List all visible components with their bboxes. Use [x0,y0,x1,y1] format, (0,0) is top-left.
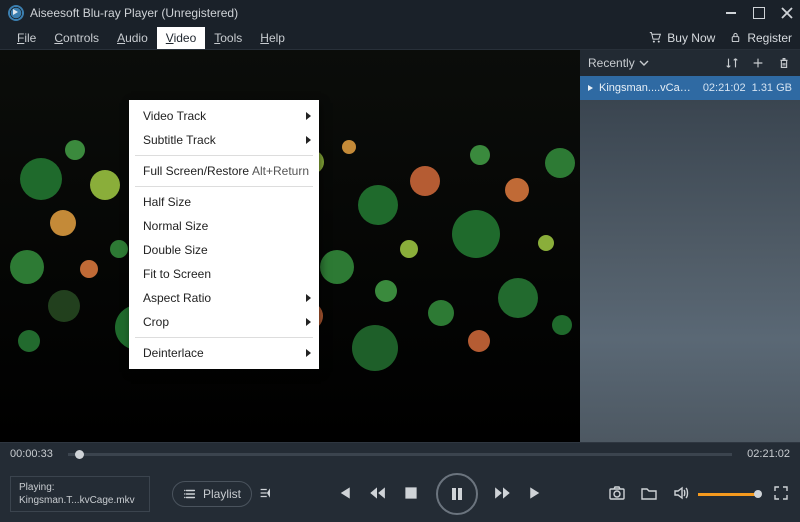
menu-double-size[interactable]: Double Size [129,238,319,262]
chevron-down-icon [639,58,649,68]
submenu-arrow-icon [306,112,311,120]
menu-controls[interactable]: Controls [45,27,108,49]
open-folder-button[interactable] [640,484,658,505]
buy-now-button[interactable]: Buy Now [649,31,715,45]
controls-lower: Playing: Kingsman.T...kvCage.mkv Playlis… [0,465,800,522]
transport-controls [272,473,608,515]
time-total: 02:21:02 [740,448,790,460]
right-controls [608,484,790,505]
seek-bar: 00:00:33 02:21:02 [0,443,800,465]
chevrons-icon [258,486,272,500]
window: Aiseesoft Blu-ray Player (Unregistered) … [0,0,800,522]
next-button[interactable] [528,484,546,505]
submenu-arrow-icon [306,136,311,144]
controls-bar: 00:00:33 02:21:02 Playing: Kingsman.T...… [0,442,800,522]
register-label: Register [747,31,792,45]
play-indicator-icon [588,85,593,91]
cart-icon [649,31,662,44]
menu-crop[interactable]: Crop [129,310,319,334]
minimize-button[interactable] [724,6,738,20]
window-title: Aiseesoft Blu-ray Player (Unregistered) [30,6,238,20]
submenu-arrow-icon [306,349,311,357]
delete-button[interactable] [776,55,792,71]
menu-separator [135,337,313,338]
now-playing-label: Playing: [19,481,141,494]
volume-icon[interactable] [672,484,690,505]
seek-thumb[interactable] [75,450,84,459]
volume-slider[interactable] [698,493,758,496]
app-icon [8,5,24,21]
menu-separator [135,186,313,187]
menu-help[interactable]: Help [251,27,294,49]
playlist-button[interactable]: Playlist [172,481,252,507]
add-button[interactable] [750,55,766,71]
buy-now-label: Buy Now [667,31,715,45]
register-button[interactable]: Register [729,31,792,45]
menu-separator [135,155,313,156]
menu-half-size[interactable]: Half Size [129,190,319,214]
playlist-header: Recently [580,50,800,76]
sort-button[interactable] [724,55,740,71]
menu-tools[interactable]: Tools [205,27,251,49]
fullscreen-button[interactable] [772,484,790,505]
menu-file[interactable]: File [8,27,45,49]
video-dropdown-menu: Video Track Subtitle Track Full Screen/R… [129,100,319,369]
snapshot-button[interactable] [608,484,626,505]
submenu-arrow-icon [306,318,311,326]
menu-full-screen[interactable]: Full Screen/RestoreAlt+Return [129,159,319,183]
playlist-button-label: Playlist [203,487,241,501]
menu-bar: File Controls Audio Video Tools Help Buy… [0,26,800,50]
lock-icon [729,31,742,44]
menu-shortcut: Alt+Return [252,164,309,178]
menu-fit-to-screen[interactable]: Fit to Screen [129,262,319,286]
recently-dropdown[interactable]: Recently [588,56,649,70]
playlist-item-duration: 02:21:02 [703,82,746,94]
now-playing-box: Playing: Kingsman.T...kvCage.mkv [10,476,150,512]
stop-button[interactable] [402,484,420,505]
maximize-button[interactable] [752,6,766,20]
window-controls [724,6,794,20]
menu-deinterlace[interactable]: Deinterlace [129,341,319,365]
playlist-empty-area [580,100,800,442]
side-panel: Recently Kingsman....vCage.mkv 02:21:02 … [580,50,800,442]
menu-video-track[interactable]: Video Track [129,104,319,128]
playlist-item[interactable]: Kingsman....vCage.mkv 02:21:02 1.31 GB [580,76,800,100]
menu-subtitle-track[interactable]: Subtitle Track [129,128,319,152]
menu-normal-size[interactable]: Normal Size [129,214,319,238]
submenu-arrow-icon [306,294,311,302]
play-pause-button[interactable] [436,473,478,515]
forward-button[interactable] [494,484,512,505]
menu-aspect-ratio[interactable]: Aspect Ratio [129,286,319,310]
now-playing-file: Kingsman.T...kvCage.mkv [19,494,141,507]
body: Recently Kingsman....vCage.mkv 02:21:02 … [0,50,800,442]
volume-control [672,484,758,505]
time-current: 00:00:33 [10,448,60,460]
playlist-toggle-area: Playlist [172,481,272,507]
recently-label: Recently [588,56,635,70]
playlist-item-size: 1.31 GB [752,82,792,94]
seek-track[interactable] [68,453,732,456]
close-button[interactable] [780,6,794,20]
menu-video[interactable]: Video [157,27,205,49]
list-icon [183,487,197,501]
menu-audio[interactable]: Audio [108,27,157,49]
playlist-collapse-button[interactable] [258,486,272,503]
title-bar: Aiseesoft Blu-ray Player (Unregistered) [0,0,800,26]
playlist-item-name: Kingsman....vCage.mkv [599,82,697,94]
rewind-button[interactable] [368,484,386,505]
prev-button[interactable] [334,484,352,505]
